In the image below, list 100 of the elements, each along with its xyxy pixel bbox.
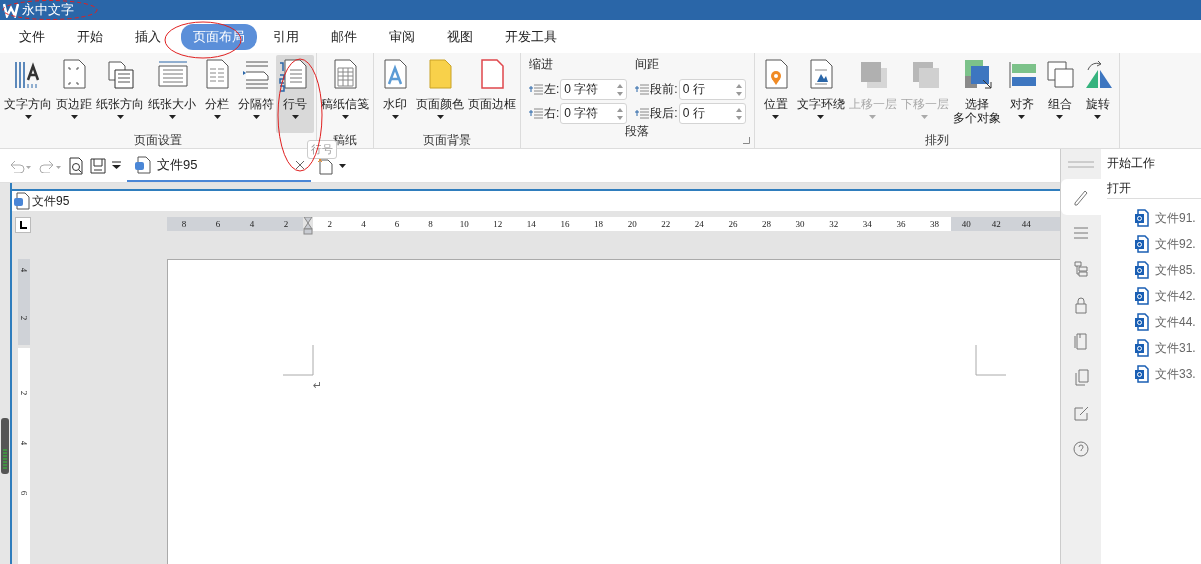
document-icon (135, 155, 151, 174)
corner-mark (283, 345, 314, 376)
ribbon-button[interactable]: 分隔符 (236, 55, 276, 133)
indent-icon (529, 107, 543, 120)
ribbon-button[interactable]: 行号 (276, 55, 314, 133)
section-heading: 打开 (1107, 177, 1201, 199)
caret-icon (772, 115, 780, 119)
ribbon-button[interactable]: 页面边框 (466, 55, 518, 133)
menu-tab[interactable]: 审阅 (377, 23, 427, 50)
ribbon-button[interactable]: 文字环绕 (794, 55, 847, 133)
spin-arrows-icon (617, 82, 624, 97)
document-tab[interactable]: 文件95 (127, 149, 311, 182)
ribbon-button[interactable]: 组合 (1040, 55, 1079, 133)
field-label: 左: (544, 81, 560, 98)
app-logo-icon (3, 2, 19, 18)
caret-icon (213, 115, 221, 119)
save-icon[interactable] (90, 157, 106, 174)
caret-icon (1094, 115, 1102, 119)
document-page[interactable]: ↵ (167, 259, 1060, 564)
print-preview-icon[interactable] (68, 156, 84, 175)
caret-icon (921, 115, 929, 119)
caret-icon (116, 115, 124, 119)
panel-handle-icon[interactable] (1, 418, 9, 474)
section-label: 缩进 (529, 56, 554, 73)
menu-icon[interactable] (1068, 161, 1094, 169)
caret-icon (341, 115, 349, 119)
ribbon-group: 缩进 左: 0 字符 右: 0 字符 间距 段前: 0 行 段后: 0 行 段落 (521, 53, 755, 148)
pane-title: 开始工作 (1107, 155, 1156, 172)
menu-tab[interactable]: 开发工具 (493, 23, 569, 50)
menu-tab[interactable]: 开始 (65, 23, 115, 50)
ribbon-button[interactable]: 文字方向 (2, 55, 54, 133)
spin-field[interactable]: 0 字符 (560, 103, 628, 124)
menu-tab[interactable]: 邮件 (319, 23, 369, 50)
spin-field[interactable]: 0 行 (678, 79, 746, 100)
ribbon-button[interactable]: 纸张方向 (94, 55, 146, 133)
menu-tab[interactable]: 文件 (7, 23, 57, 50)
new-document-icon[interactable] (317, 156, 333, 175)
caret-icon (252, 115, 260, 119)
spin-field[interactable]: 0 字符 (560, 79, 628, 100)
caret-icon (24, 115, 32, 119)
indent-marker-icon[interactable] (303, 217, 313, 235)
spacing-icon (635, 107, 650, 120)
indent-icon (529, 83, 543, 96)
tab-stop-icon[interactable] (15, 217, 31, 233)
corner-mark (975, 345, 1006, 376)
paragraph-mark: ↵ (313, 380, 321, 390)
ribbon-button[interactable]: 旋转 (1078, 55, 1117, 133)
caret-icon (869, 115, 877, 119)
field-label: 段后: (650, 105, 678, 122)
recent-file-link[interactable]: 文件42. (1155, 287, 1196, 305)
caret-icon (436, 115, 444, 119)
help-icon[interactable] (1071, 439, 1091, 459)
document-icon (1135, 235, 1149, 253)
caret-icon (339, 163, 346, 168)
close-icon[interactable] (295, 159, 305, 170)
document-name: 文件95 (32, 192, 70, 210)
field-label: 段前: (650, 81, 678, 98)
tree-icon[interactable] (1071, 259, 1091, 279)
undo-icon[interactable] (8, 158, 32, 173)
ribbon-button[interactable]: 页边距 (54, 55, 94, 133)
ribbon-button[interactable]: 纸张大小 (146, 55, 198, 133)
section-label: 间距 (635, 56, 661, 73)
caret-icon (391, 115, 399, 119)
spin-arrows-icon (617, 106, 624, 121)
menu-tab[interactable]: 引用 (261, 23, 311, 50)
ribbon-button[interactable]: 水印 (376, 55, 414, 133)
redo-icon[interactable] (38, 158, 62, 173)
recent-file-link[interactable]: 文件91. (1155, 209, 1196, 227)
window-title: 永中文字 (22, 1, 74, 19)
dialog-launcher-icon[interactable] (742, 137, 750, 144)
ribbon-button[interactable]: 页面颜色 (414, 55, 466, 133)
menu-tab[interactable]: 视图 (435, 23, 485, 50)
ribbon-group: 位置 文字环绕 上移一层 下移一层 选择 多个对象 对齐 组合 旋转 排列 (754, 53, 1120, 148)
caret-icon (168, 115, 176, 119)
recent-file-link[interactable]: 文件33. (1155, 365, 1196, 383)
spin-field[interactable]: 0 行 (678, 103, 746, 124)
recent-file-link[interactable]: 文件92. (1155, 235, 1196, 253)
caret-icon (70, 115, 78, 119)
spacing-icon (635, 83, 650, 96)
caret-icon (1018, 115, 1026, 119)
ribbon-button[interactable]: 分栏 (198, 55, 236, 133)
ribbon-button[interactable]: 选择 多个对象 (950, 55, 1003, 133)
document-icon (1135, 313, 1149, 331)
recent-file-link[interactable]: 文件85. (1155, 261, 1196, 279)
recent-file-link[interactable]: 文件31. (1155, 339, 1196, 357)
ribbon-button[interactable]: 位置 (756, 55, 795, 133)
customize-caret-icon[interactable] (112, 161, 121, 170)
breaks-icon (240, 58, 272, 92)
document-icon (1135, 287, 1149, 305)
menu-tab[interactable]: 插入 (123, 23, 173, 50)
caret-icon (291, 115, 299, 119)
document-icon (1135, 261, 1149, 279)
recent-file-link[interactable]: 文件44. (1155, 313, 1196, 331)
document-icon (1135, 365, 1149, 383)
document-icon (1135, 339, 1149, 357)
spin-arrows-icon (735, 82, 742, 97)
document-icon (1135, 209, 1149, 227)
field-label: 右: (544, 105, 560, 122)
ribbon-button[interactable]: 对齐 (1002, 55, 1041, 133)
vertical-ruler: 4 2 2 4 6 (18, 259, 30, 564)
